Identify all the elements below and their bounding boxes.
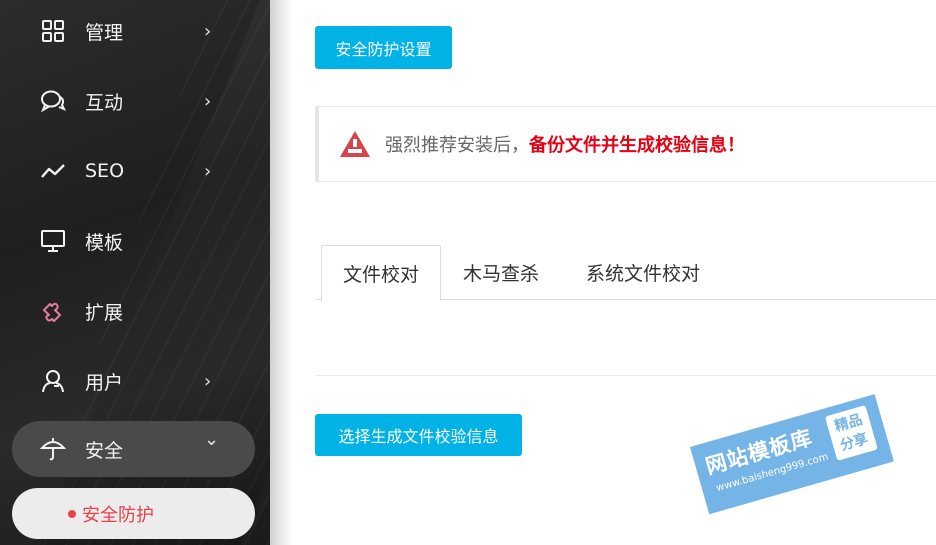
- sidebar-item-label: 管理: [85, 21, 124, 44]
- warning-alert: 强烈推荐安装后， 备份文件并生成校验信息！: [315, 106, 936, 182]
- tab-file-check[interactable]: 文件校对: [321, 245, 441, 301]
- sidebar-shadow: [270, 0, 292, 545]
- watermark-badge: 精品 分享: [824, 405, 878, 461]
- chat-icon: [40, 88, 66, 114]
- sidebar-item-user[interactable]: 用户 ›: [0, 353, 270, 409]
- chevron-right-icon: ›: [204, 20, 212, 42]
- tab-bar: 文件校对 木马查杀 系统文件校对: [315, 245, 936, 301]
- security-settings-button[interactable]: 安全防护设置: [315, 26, 452, 69]
- warning-icon: [339, 130, 371, 158]
- sidebar-item-label: 安全: [85, 439, 124, 462]
- sidebar-subitem-security-protect[interactable]: 安全防护: [12, 488, 255, 539]
- chevron-down-icon: ⌄: [204, 429, 220, 450]
- chevron-right-icon: ›: [204, 160, 212, 182]
- sidebar-item-extend[interactable]: 扩展: [0, 283, 270, 339]
- sidebar-item-label: 模板: [85, 231, 124, 254]
- watermark: 网站模板库 www.baisheng999.com 精品 分享: [690, 394, 894, 515]
- sidebar-item-label: 用户: [85, 371, 124, 394]
- chevron-right-icon: ›: [204, 90, 212, 112]
- tab-trojan-scan[interactable]: 木马查杀: [463, 245, 539, 300]
- tab-system-file-check[interactable]: 系统文件校对: [586, 245, 700, 300]
- alert-text: 强烈推荐安装后，: [385, 135, 529, 156]
- sidebar-item-label: 互动: [85, 91, 124, 114]
- user-icon: [40, 368, 66, 394]
- sidebar-item-security[interactable]: 安全 ⌄: [0, 421, 270, 477]
- sidebar-item-manage[interactable]: 管理 ›: [0, 3, 270, 59]
- puzzle-icon: [40, 298, 66, 324]
- sidebar-item-label: SEO: [85, 160, 125, 182]
- alert-highlight: 备份文件并生成校验信息！: [529, 135, 745, 156]
- grid-icon: [40, 18, 66, 44]
- trend-icon: [40, 158, 66, 184]
- sidebar-item-seo[interactable]: SEO ›: [0, 143, 270, 199]
- sidebar-item-interact[interactable]: 互动 ›: [0, 73, 270, 129]
- sidebar-item-template[interactable]: 模板: [0, 213, 270, 269]
- chevron-right-icon: ›: [204, 370, 212, 392]
- sidebar-item-label: 扩展: [85, 301, 124, 324]
- umbrella-icon: [40, 436, 66, 462]
- divider: [315, 375, 936, 376]
- monitor-icon: [40, 228, 66, 254]
- bullet-dot: [68, 509, 76, 518]
- generate-checksum-button[interactable]: 选择生成文件校验信息: [315, 414, 522, 456]
- sidebar-subitem-label: 安全防护: [82, 504, 154, 526]
